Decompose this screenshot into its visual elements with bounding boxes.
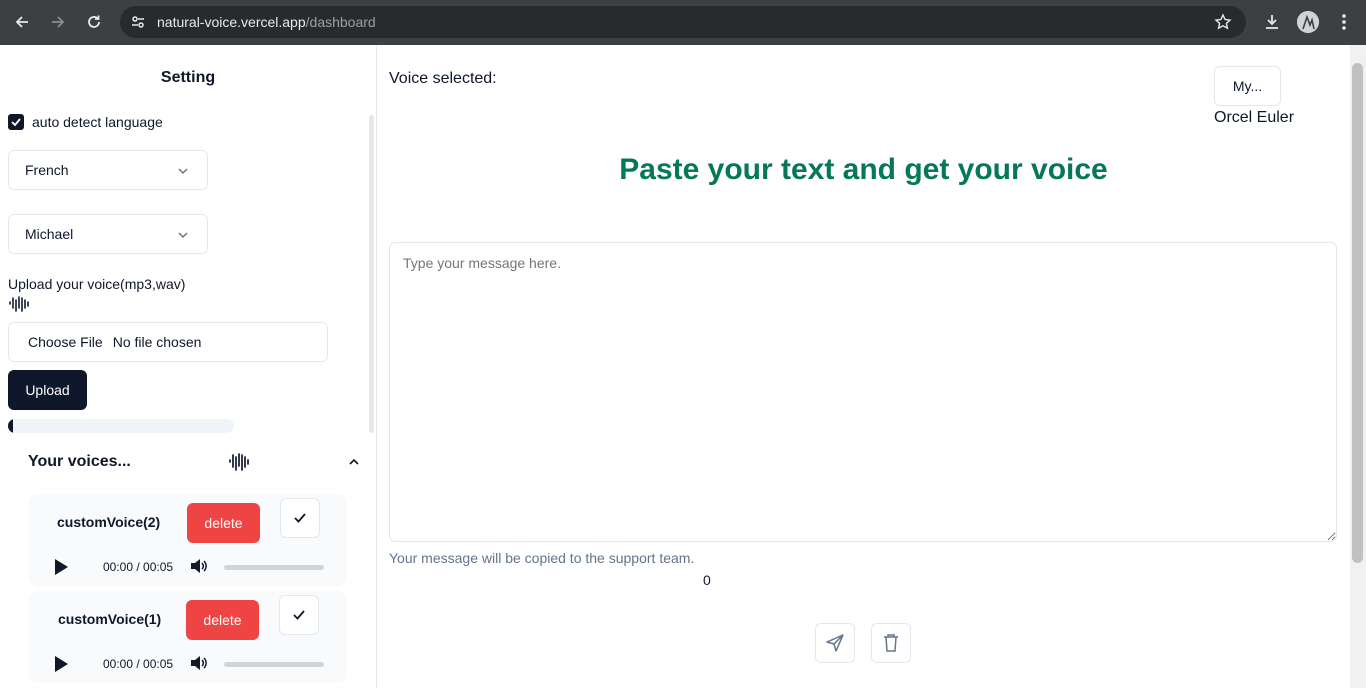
audio-time: 00:00 / 00:05 <box>103 560 174 574</box>
address-bar[interactable]: natural-voice.vercel.app/dashboard <box>120 6 1246 38</box>
file-input[interactable]: Choose File No file chosen <box>8 322 328 362</box>
browser-toolbar: natural-voice.vercel.app/dashboard <box>0 0 1366 45</box>
audio-seek-bar[interactable] <box>224 662 324 667</box>
my-account-button[interactable]: My... <box>1214 66 1281 106</box>
trash-icon <box>884 634 898 652</box>
select-voice-button[interactable] <box>280 498 320 538</box>
reload-icon[interactable] <box>82 10 106 34</box>
volume-icon[interactable] <box>190 655 208 676</box>
message-hint: Your message will be copied to the suppo… <box>389 550 695 566</box>
page-scrollbar-thumb[interactable] <box>1352 63 1363 563</box>
page-title: Paste your text and get your voice <box>619 153 1108 186</box>
upload-voice-label: Upload your voice(mp3,wav) <box>8 276 186 292</box>
send-button[interactable] <box>815 623 855 663</box>
auto-detect-checkbox[interactable] <box>8 114 24 130</box>
back-icon[interactable] <box>10 10 34 34</box>
upload-progress-fill <box>8 419 13 433</box>
voice-card: customVoice(1) delete 00:00 / 00:05 <box>28 591 347 683</box>
main-panel: Voice selected: My... Orcel Euler Paste … <box>377 45 1350 688</box>
audio-wave-icon <box>227 450 253 479</box>
voice-card: customVoice(2) delete 00:00 / 00:05 <box>28 494 347 586</box>
url-text: natural-voice.vercel.app/dashboard <box>157 14 376 30</box>
forward-icon[interactable] <box>46 10 70 34</box>
language-select[interactable]: French <box>8 150 208 190</box>
more-menu-icon[interactable] <box>1332 10 1356 34</box>
send-icon <box>826 634 844 652</box>
upload-button[interactable]: Upload <box>8 370 87 410</box>
chevron-up-icon[interactable] <box>347 455 361 474</box>
audio-seek-bar[interactable] <box>224 565 324 570</box>
volume-icon[interactable] <box>190 558 208 579</box>
message-textarea[interactable] <box>389 242 1337 542</box>
delete-voice-button[interactable]: delete <box>186 600 259 640</box>
audio-time: 00:00 / 00:05 <box>103 657 174 671</box>
select-voice-button[interactable] <box>279 595 319 635</box>
choose-file-button[interactable]: Choose File <box>28 334 103 350</box>
language-select-value: French <box>25 162 69 178</box>
user-name: Orcel Euler <box>1214 109 1295 126</box>
play-icon[interactable] <box>54 656 68 677</box>
download-icon[interactable] <box>1260 10 1284 34</box>
voice-name: customVoice(2) <box>57 514 161 530</box>
page-scrollbar[interactable] <box>1350 45 1366 688</box>
check-icon <box>293 610 305 620</box>
upload-progress-bar <box>8 419 234 433</box>
character-count: 0 <box>703 572 711 588</box>
check-icon <box>294 513 306 523</box>
site-settings-icon[interactable] <box>130 14 146 35</box>
sidebar-title: Setting <box>160 69 216 86</box>
file-status: No file chosen <box>112 334 202 350</box>
delete-voice-button[interactable]: delete <box>187 503 260 543</box>
voice-select-value: Michael <box>25 226 74 242</box>
auto-detect-label[interactable]: auto detect language <box>32 114 163 130</box>
clear-button[interactable] <box>871 623 911 663</box>
audio-player: 00:00 / 00:05 <box>48 555 338 579</box>
audio-wave-icon <box>8 294 32 319</box>
chevron-down-icon <box>177 228 189 244</box>
profile-avatar[interactable] <box>1297 11 1319 33</box>
chevron-down-icon <box>177 164 189 180</box>
voice-select[interactable]: Michael <box>8 214 208 254</box>
settings-sidebar: Setting auto detect language French Mich… <box>0 45 377 688</box>
audio-player: 00:00 / 00:05 <box>48 652 338 676</box>
voice-name: customVoice(1) <box>58 611 162 627</box>
play-icon[interactable] <box>54 559 68 580</box>
sidebar-scrollbar[interactable] <box>369 115 374 433</box>
voice-selected-label: Voice selected: <box>389 70 497 87</box>
your-voices-title: Your voices... <box>28 453 131 470</box>
bookmark-star-icon[interactable] <box>1214 13 1232 36</box>
